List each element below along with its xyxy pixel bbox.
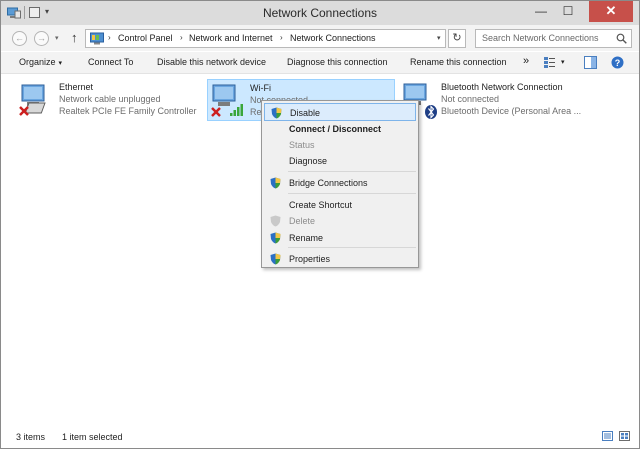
connection-name: Wi-Fi bbox=[250, 83, 271, 93]
connection-device: Re bbox=[250, 107, 262, 117]
help-icon[interactable]: ? bbox=[611, 56, 624, 69]
connection-status: Not connected bbox=[441, 94, 500, 104]
connection-item-bluetooth[interactable]: Bluetooth Network Connection Not connect… bbox=[399, 79, 591, 121]
close-button[interactable]: ✕ bbox=[589, 1, 633, 22]
connection-name: Ethernet bbox=[59, 82, 94, 92]
breadcrumb-separator[interactable]: › bbox=[180, 33, 183, 42]
details-view-icon[interactable] bbox=[602, 431, 613, 441]
connect-to-button[interactable]: Connect To bbox=[88, 57, 133, 67]
search-placeholder: Search Network Connections bbox=[482, 33, 599, 43]
menu-item-rename[interactable]: Rename bbox=[264, 229, 416, 247]
context-menu: Disable Connect / Disconnect Status Diag… bbox=[261, 100, 419, 268]
menu-separator bbox=[288, 171, 416, 172]
change-view-icon[interactable] bbox=[543, 56, 556, 69]
menu-item-label: Diagnose bbox=[289, 156, 328, 166]
organize-menu[interactable]: Organize ▾ bbox=[19, 57, 62, 67]
menu-item-label: Rename bbox=[289, 233, 324, 243]
view-options-caret-icon[interactable]: ▾ bbox=[561, 58, 565, 66]
menu-item-label: Properties bbox=[289, 254, 331, 264]
ethernet-adapter-icon bbox=[19, 84, 46, 116]
explorer-window: ▾ Network Connections — ☐ ✕ ← → ▾ ↑ › Co… bbox=[0, 0, 640, 449]
navigation-bar: ← → ▾ ↑ › Control Panel › Network and In… bbox=[1, 25, 639, 51]
up-button[interactable]: ↑ bbox=[71, 30, 78, 45]
uac-shield-icon bbox=[270, 177, 281, 189]
disable-device-button[interactable]: Disable this network device bbox=[157, 57, 266, 67]
menu-item-label: Create Shortcut bbox=[289, 200, 353, 210]
menu-item-properties[interactable]: Properties bbox=[264, 250, 416, 268]
menu-item-label: Status bbox=[289, 140, 315, 150]
forward-button[interactable]: → bbox=[34, 31, 49, 46]
wifi-adapter-icon bbox=[211, 84, 243, 117]
address-bar[interactable]: › Control Panel › Network and Internet ›… bbox=[85, 29, 446, 48]
minimize-button[interactable]: — bbox=[528, 1, 554, 22]
uac-shield-icon bbox=[271, 107, 282, 119]
breadcrumb-separator[interactable]: › bbox=[280, 33, 283, 42]
menu-item-label: Delete bbox=[289, 216, 316, 226]
maximize-button[interactable]: ☐ bbox=[555, 1, 581, 22]
selection-count: 1 item selected bbox=[62, 432, 123, 442]
breadcrumb-separator[interactable]: › bbox=[108, 33, 111, 42]
refresh-button[interactable]: ↻ bbox=[448, 29, 466, 48]
search-input[interactable]: Search Network Connections bbox=[475, 29, 632, 48]
menu-item-bridge-connections[interactable]: Bridge Connections bbox=[264, 174, 416, 192]
uac-shield-icon bbox=[270, 232, 281, 244]
menu-item-label: Bridge Connections bbox=[289, 178, 368, 188]
search-icon[interactable] bbox=[616, 33, 627, 44]
command-bar: Organize ▾ Connect To Disable this networ… bbox=[1, 52, 639, 74]
breadcrumb-network-and-internet[interactable]: Network and Internet bbox=[189, 33, 273, 43]
more-commands-button[interactable]: » bbox=[523, 55, 529, 67]
menu-item-label: Connect / Disconnect bbox=[289, 124, 382, 134]
back-button[interactable]: ← bbox=[12, 31, 27, 46]
diagnose-connection-button[interactable]: Diagnose this connection bbox=[287, 57, 388, 67]
connection-device: Realtek PCIe FE Family Controller bbox=[59, 106, 197, 116]
preview-pane-icon[interactable] bbox=[584, 56, 597, 69]
uac-shield-icon bbox=[270, 215, 281, 227]
uac-shield-icon bbox=[270, 253, 281, 265]
rename-connection-button[interactable]: Rename this connection bbox=[410, 57, 507, 67]
help-glyph: ? bbox=[615, 58, 621, 68]
title-bar[interactable]: ▾ Network Connections — ☐ ✕ bbox=[1, 1, 639, 25]
connection-item-ethernet[interactable]: Ethernet Network cable unplugged Realtek… bbox=[17, 79, 201, 121]
breadcrumb-control-panel[interactable]: Control Panel bbox=[118, 33, 173, 43]
connection-device: Bluetooth Device (Personal Area ... bbox=[441, 106, 582, 116]
menu-item-label: Disable bbox=[290, 108, 321, 118]
connection-name: Bluetooth Network Connection bbox=[441, 82, 563, 92]
menu-item-diagnose[interactable]: Diagnose bbox=[264, 152, 416, 170]
recent-locations-icon[interactable]: ▾ bbox=[55, 34, 59, 42]
item-count: 3 items bbox=[16, 432, 46, 442]
large-icons-view-icon[interactable] bbox=[619, 431, 630, 441]
chevron-down-icon: ▾ bbox=[58, 60, 63, 67]
menu-separator bbox=[288, 247, 416, 248]
connection-status: Network cable unplugged bbox=[59, 94, 161, 104]
menu-item-delete: Delete bbox=[264, 212, 416, 230]
menu-separator bbox=[288, 193, 416, 194]
control-panel-icon bbox=[90, 32, 104, 45]
breadcrumb-network-connections[interactable]: Network Connections bbox=[290, 33, 376, 43]
status-bar: 3 items 1 item selected bbox=[1, 426, 639, 448]
menu-item-disable[interactable]: Disable bbox=[264, 103, 416, 121]
organize-label: Organize bbox=[19, 57, 56, 67]
address-dropdown-icon[interactable]: ▾ bbox=[437, 34, 441, 42]
